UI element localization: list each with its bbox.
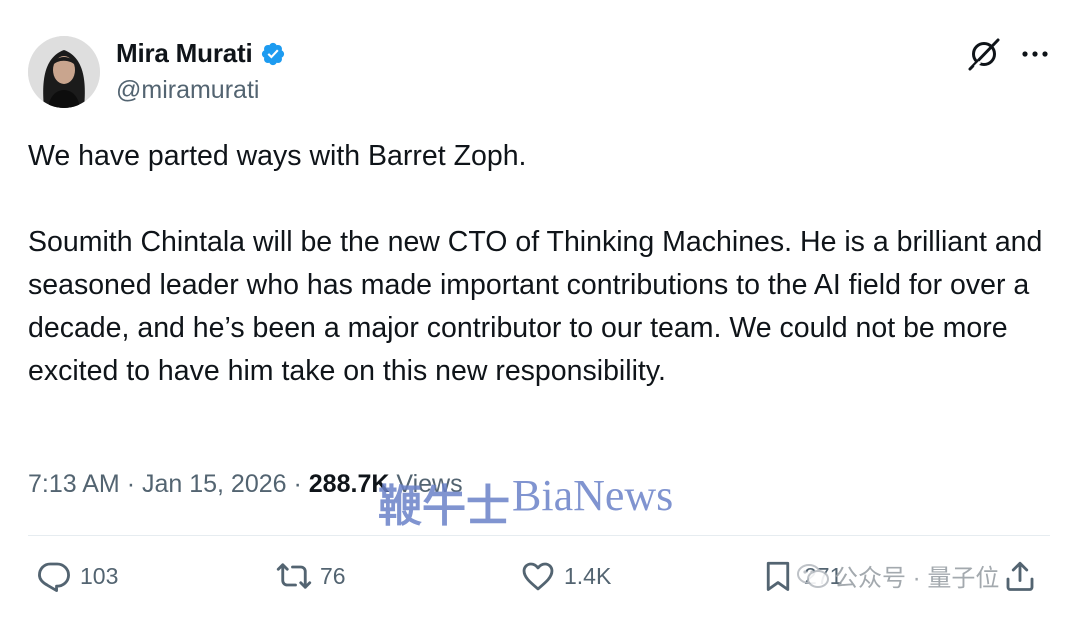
repost-count: 76: [320, 562, 346, 589]
author-name-row: Mira Murati: [116, 38, 286, 69]
divider: [28, 535, 1050, 536]
tweet-card: Mira Murati @miramurati We have parted w…: [0, 0, 1080, 618]
meta-separator: ·: [293, 470, 302, 498]
tweet-date[interactable]: Jan 15, 2026: [142, 470, 287, 498]
avatar[interactable]: [28, 36, 100, 108]
like-icon: [522, 562, 554, 591]
like-button[interactable]: 1.4K: [520, 558, 611, 594]
tweet-text: We have parted ways with Barret Zoph. So…: [28, 135, 1048, 393]
author-display-name[interactable]: Mira Murati: [116, 38, 253, 69]
reply-button[interactable]: 103: [36, 558, 118, 594]
grok-icon[interactable]: [966, 36, 1002, 72]
top-actions: [966, 36, 1050, 72]
watermark-wechat: 公众号 · 量子位: [796, 558, 999, 593]
share-icon: [1006, 561, 1034, 591]
reply-icon: [38, 562, 70, 592]
like-count: 1.4K: [564, 562, 612, 589]
watermark-site-cn: 鞭牛士: [378, 481, 510, 532]
tweet-paragraph: Soumith Chintala will be the new CTO of …: [28, 226, 1043, 387]
reply-count: 103: [80, 562, 119, 589]
bookmark-icon: [766, 561, 790, 591]
repost-button[interactable]: 76: [276, 558, 346, 594]
watermark-wechat-text: 公众号 · 量子位: [834, 565, 1000, 592]
wechat-logo-icon: [797, 563, 829, 588]
meta-separator: ·: [126, 470, 136, 498]
tweet-time[interactable]: 7:13 AM: [28, 470, 120, 498]
tweet-paragraph: We have parted ways with Barret Zoph.: [28, 140, 527, 172]
verified-badge-icon[interactable]: [260, 41, 286, 67]
watermark-site-en: BiaNews: [512, 471, 674, 520]
share-button[interactable]: [1002, 558, 1046, 594]
repost-icon: [276, 563, 312, 589]
author-handle[interactable]: @miramurati: [116, 76, 259, 105]
more-options-icon[interactable]: [1020, 39, 1050, 69]
avatar-image: [28, 36, 100, 108]
